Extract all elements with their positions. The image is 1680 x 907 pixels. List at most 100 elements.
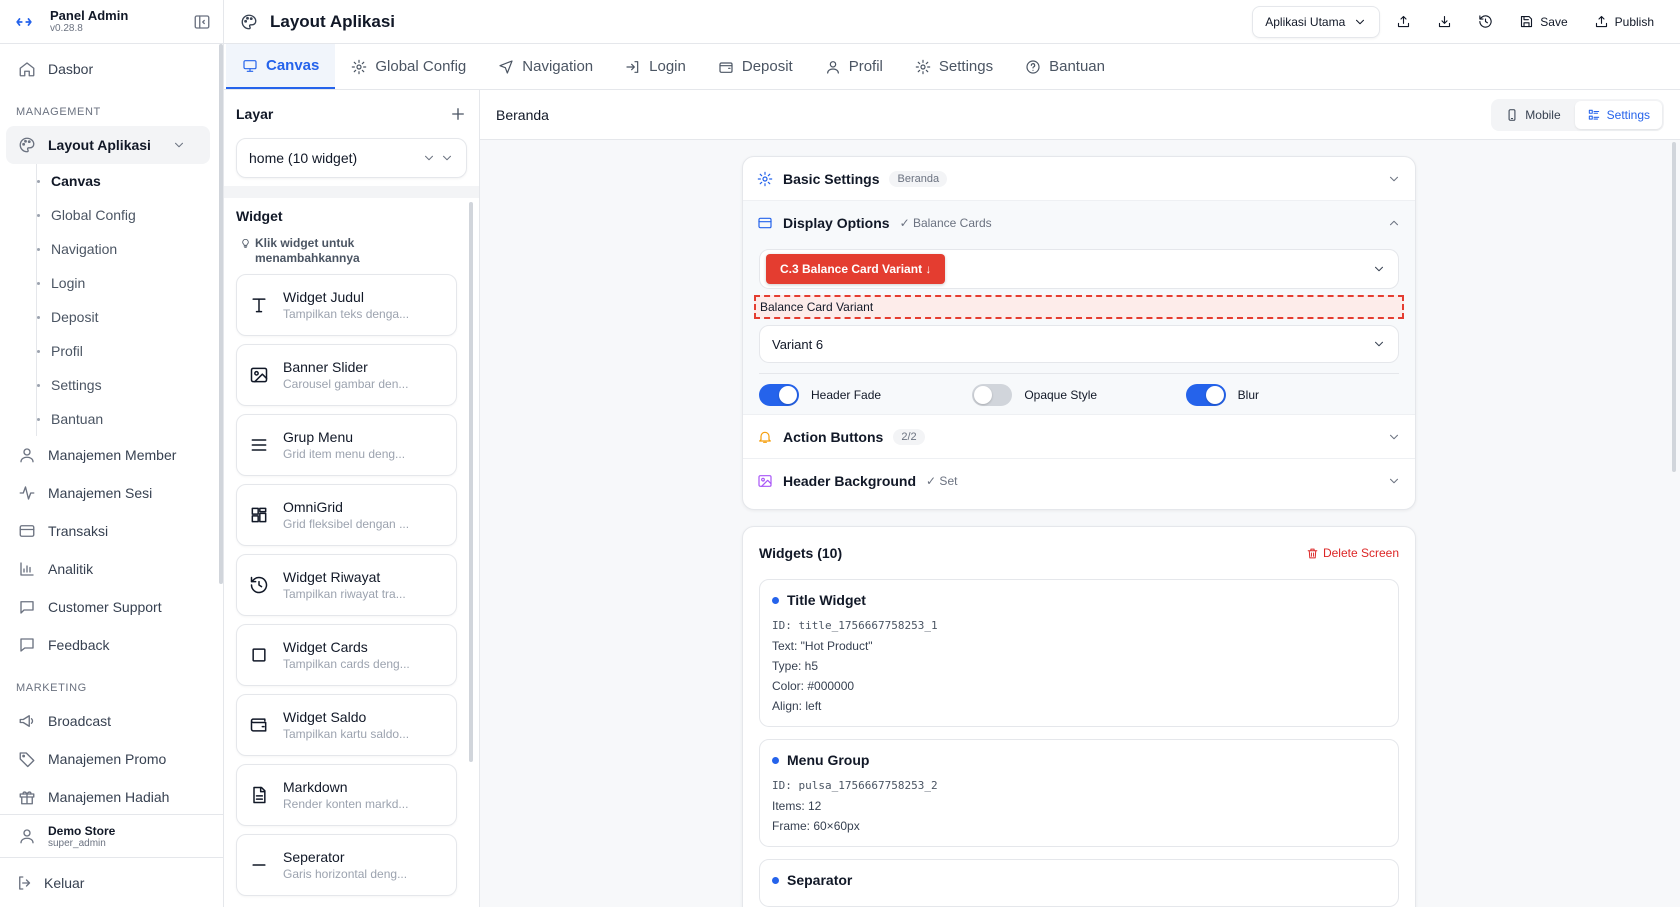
tab-login[interactable]: Login xyxy=(609,44,702,89)
subnav-item-profil[interactable]: Profil xyxy=(37,334,216,368)
widget-card-markdown[interactable]: Markdown Render konten markd... xyxy=(236,764,457,826)
gear-icon xyxy=(915,59,931,75)
section-note: ✓ Set xyxy=(926,474,958,488)
widget-palette-scrollbar[interactable] xyxy=(469,202,473,762)
balance-variant-select[interactable]: Variant 6 xyxy=(759,325,1399,363)
section-display-options[interactable]: Display Options ✓ Balance Cards xyxy=(743,201,1415,245)
sidebar-footer: Demo Store super_admin Keluar xyxy=(0,814,224,907)
layers-title: Layar xyxy=(236,106,274,122)
subnav-item-deposit[interactable]: Deposit xyxy=(37,300,216,334)
tab-label: Canvas xyxy=(266,57,320,74)
sidebar-collapse-icon[interactable] xyxy=(193,13,211,31)
chevron-down-icon xyxy=(1353,15,1367,29)
blur-toggle[interactable] xyxy=(1185,384,1226,406)
delete-screen-label: Delete Screen xyxy=(1322,546,1399,560)
app-select[interactable]: Aplikasi Utama xyxy=(1252,5,1381,38)
sidebar-item-manajemen-promo[interactable]: Manajemen Promo xyxy=(0,740,216,778)
section-management: MANAGEMENT xyxy=(16,106,101,118)
section-pill: 2/2 xyxy=(893,428,925,445)
sidebar-item-manajemen-hadiah[interactable]: Manajemen Hadiah xyxy=(0,778,216,814)
subnav-item-canvas[interactable]: Canvas xyxy=(37,164,216,198)
sidebar-item-manajemen-member[interactable]: Manajemen Member xyxy=(0,436,216,474)
widget-card-riwayat[interactable]: Widget Riwayat Tampilkan riwayat tra... xyxy=(236,554,457,616)
plus-icon[interactable] xyxy=(449,105,467,123)
view-settings-button[interactable]: Settings xyxy=(1574,100,1662,129)
balance-card-section-select[interactable]: C.3 Balance Card Variant ↓ xyxy=(759,249,1399,289)
sidebar-item-transaksi[interactable]: Transaksi xyxy=(0,512,216,550)
sidebar-item-broadcast[interactable]: Broadcast xyxy=(0,702,216,740)
credit-card-icon xyxy=(18,522,36,540)
subnav-item-bantuan[interactable]: Bantuan xyxy=(37,402,216,436)
widget-card-saldo[interactable]: Widget Saldo Tampilkan kartu saldo... xyxy=(236,694,457,756)
chevron-down-icon xyxy=(440,151,454,165)
widget-card-omnigrid[interactable]: OmniGrid Grid fleksibel dengan ... xyxy=(236,484,457,546)
file-text-icon xyxy=(249,785,269,805)
opaque-style-toggle[interactable] xyxy=(972,384,1013,406)
widget-item-prop: Frame: 60×60px xyxy=(772,819,860,833)
navigation-icon xyxy=(498,59,514,75)
tab-global-config[interactable]: Global Config xyxy=(335,44,482,89)
sidebar-item-label: Manajemen Hadiah xyxy=(48,789,170,805)
widget-item-menu-group[interactable]: Menu Group ID: pulsa_1756667758253_2 Ite… xyxy=(759,739,1399,847)
logout-button[interactable]: Keluar xyxy=(0,857,224,907)
section-header-background[interactable]: Header Background ✓ Set xyxy=(743,459,1415,503)
history-icon xyxy=(249,575,269,595)
widget-item-name: Menu Group xyxy=(787,752,870,768)
tab-profil[interactable]: Profil xyxy=(809,44,899,89)
sidebar-item-layout-aplikasi[interactable]: Layout Aplikasi xyxy=(6,126,210,164)
section-title: Display Options xyxy=(783,215,890,231)
tab-canvas[interactable]: Canvas xyxy=(226,44,336,89)
delete-screen-button[interactable]: Delete Screen xyxy=(1306,546,1399,560)
subnav-item-login[interactable]: Login xyxy=(37,266,216,300)
section-basic-settings[interactable]: Basic Settings Beranda xyxy=(743,157,1415,201)
tab-bantuan[interactable]: Bantuan xyxy=(1009,44,1121,89)
tab-navigation[interactable]: Navigation xyxy=(482,44,609,89)
sidebar-item-analitik[interactable]: Analitik xyxy=(0,550,216,588)
display-toggles: Header Fade Opaque Style Blur xyxy=(759,373,1399,406)
widget-card-title: Banner Slider xyxy=(283,359,368,375)
main-scrollbar[interactable] xyxy=(1672,142,1676,472)
user-profile[interactable]: Demo Store super_admin xyxy=(0,815,224,857)
sidebar-item-dasbor[interactable]: Dasbor xyxy=(0,50,216,88)
section-action-buttons[interactable]: Action Buttons 2/2 xyxy=(743,415,1415,459)
screen-select[interactable]: home (10 widget) xyxy=(236,138,467,178)
display-options-body: C.3 Balance Card Variant ↓ Balance Card … xyxy=(743,245,1415,415)
widget-item-title[interactable]: Title Widget ID: title_1756667758253_1 T… xyxy=(759,579,1399,727)
widget-item-separator[interactable]: Separator xyxy=(759,859,1399,907)
chevron-down-icon xyxy=(422,151,436,165)
sidebar-item-label: Transaksi xyxy=(48,523,109,539)
widget-card-seperator[interactable]: Seperator Garis horizontal deng... xyxy=(236,834,457,896)
widget-card-judul[interactable]: Widget Judul Tampilkan teks denga... xyxy=(236,274,457,336)
widget-card-banner-slider[interactable]: Banner Slider Carousel gambar den... xyxy=(236,344,457,406)
divider xyxy=(224,186,479,198)
tag-icon xyxy=(18,750,36,768)
grid-icon xyxy=(249,505,269,525)
widget-card-desc: Render konten markd... xyxy=(283,797,409,811)
message-icon xyxy=(18,598,36,616)
history-button[interactable] xyxy=(1468,6,1503,38)
screen-select-value: home (10 widget) xyxy=(249,150,358,166)
page-title: Layout Aplikasi xyxy=(270,11,396,31)
subnav-item-navigation[interactable]: Navigation xyxy=(37,232,216,266)
header-fade-toggle[interactable] xyxy=(759,384,799,406)
subnav-item-global-config[interactable]: Global Config xyxy=(37,198,216,232)
download-button[interactable] xyxy=(1427,6,1462,38)
publish-button[interactable]: Publish xyxy=(1584,6,1664,38)
widget-card-desc: Tampilkan teks denga... xyxy=(283,307,410,321)
megaphone-icon xyxy=(18,712,36,730)
sidebar-item-customer-support[interactable]: Customer Support xyxy=(0,588,216,626)
user-name: Demo Store xyxy=(48,823,116,838)
widget-card-grup-menu[interactable]: Grup Menu Grid item menu deng... xyxy=(236,414,457,476)
sidebar-scrollbar[interactable] xyxy=(219,44,223,584)
tab-settings[interactable]: Settings xyxy=(899,44,1009,89)
tab-label: Profil xyxy=(848,58,883,75)
sidebar-item-feedback[interactable]: Feedback xyxy=(0,626,216,664)
subnav-item-settings[interactable]: Settings xyxy=(37,368,216,402)
widget-hint-text: Klik widget untuk menambahkannya xyxy=(255,236,360,265)
sidebar-item-manajemen-sesi[interactable]: Manajemen Sesi xyxy=(0,474,216,512)
widget-card-cards[interactable]: Widget Cards Tampilkan cards deng... xyxy=(236,624,457,686)
tab-deposit[interactable]: Deposit xyxy=(702,44,809,89)
upload-button[interactable] xyxy=(1386,6,1421,38)
save-button[interactable]: Save xyxy=(1509,6,1577,38)
view-mobile-button[interactable]: Mobile xyxy=(1493,101,1572,129)
